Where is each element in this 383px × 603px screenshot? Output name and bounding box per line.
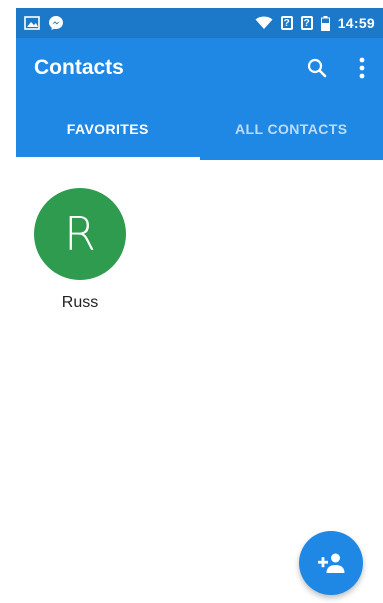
battery-icon	[320, 15, 330, 31]
add-contact-icon	[317, 553, 345, 573]
contact-name: Russ	[61, 294, 99, 311]
tab-favorites[interactable]: FAVORITES	[16, 98, 200, 160]
wifi-icon	[255, 16, 273, 30]
status-right: ? ? 14:59	[255, 15, 375, 31]
status-time: 14:59	[337, 15, 375, 31]
tab-bar: FAVORITES ALL CONTACTS	[16, 98, 383, 160]
favorite-contact-tile[interactable]: R Russ	[34, 188, 126, 312]
contacts-screen: ? ? 14:59 Contacts FAVORITES ALL CONTACT…	[16, 8, 383, 603]
search-icon[interactable]	[307, 58, 327, 78]
tab-all-contacts[interactable]: ALL CONTACTS	[200, 98, 383, 160]
favorites-content: R Russ	[16, 160, 383, 603]
app-bar: Contacts	[16, 38, 383, 98]
status-left	[24, 15, 64, 31]
more-vert-icon[interactable]	[359, 57, 365, 79]
avatar: R	[34, 188, 126, 280]
messenger-icon	[48, 15, 64, 31]
app-bar-actions	[307, 57, 365, 79]
app-title: Contacts	[34, 56, 124, 79]
sim1-no-service-icon: ?	[280, 16, 293, 30]
status-bar: ? ? 14:59	[16, 8, 383, 38]
add-contact-button[interactable]	[299, 531, 363, 595]
sim2-no-service-icon: ?	[300, 16, 313, 30]
image-notification-icon	[24, 16, 40, 30]
